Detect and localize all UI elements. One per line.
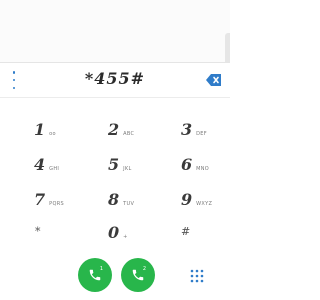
recent-suggestions-area [0, 0, 230, 62]
key-5[interactable]: 5 JKL [108, 155, 158, 181]
key-8[interactable]: 8 TUV [108, 190, 158, 216]
key-digit: 9 [181, 190, 193, 209]
key-1[interactable]: 1 oo [34, 120, 84, 146]
backspace-icon[interactable] [206, 73, 222, 87]
key-letters: DEF [196, 131, 207, 137]
dialpad-grid-icon[interactable] [190, 269, 204, 283]
key-digit: 5 [108, 155, 120, 174]
key-letters: WXYZ [196, 201, 213, 207]
key-letters: + [123, 234, 128, 240]
key-hash[interactable]: # [181, 225, 231, 251]
key-2[interactable]: 2 ABC [108, 120, 158, 146]
key-digit: * [35, 225, 41, 238]
key-digit: 4 [34, 155, 46, 174]
key-7[interactable]: 7 PQRS [34, 190, 84, 216]
call-sim1-button[interactable]: 1 [78, 258, 112, 292]
key-digit: 0 [108, 223, 120, 242]
more-options-button[interactable] [9, 71, 19, 89]
key-6[interactable]: 6 MNO [181, 155, 231, 181]
more-dot [12, 86, 16, 89]
key-digit: 8 [108, 190, 120, 209]
key-letters: TUV [123, 201, 135, 207]
voicemail-icon: oo [49, 131, 56, 137]
key-letters: ABC [123, 131, 135, 137]
key-letters: JKL [123, 166, 132, 172]
key-9[interactable]: 9 WXYZ [181, 190, 231, 216]
key-letters: PQRS [49, 201, 64, 207]
key-letters: MNO [196, 166, 210, 172]
more-vertical-icon [12, 71, 16, 74]
key-digit: 2 [108, 120, 120, 139]
sim-2-badge: 2 [142, 266, 146, 272]
sim-1-badge: 1 [99, 266, 103, 272]
key-digit: 7 [34, 190, 46, 209]
key-star[interactable]: * [35, 225, 85, 251]
key-digit: 1 [34, 120, 46, 139]
key-3[interactable]: 3 DEF [181, 120, 231, 146]
key-4[interactable]: 4 GHI [34, 155, 84, 181]
dialed-number[interactable]: *455# [40, 69, 190, 88]
number-bar: *455# [0, 62, 230, 98]
key-digit: # [181, 225, 191, 238]
more-dot [12, 78, 16, 82]
key-letters: GHI [49, 166, 60, 172]
key-digit: 3 [181, 120, 193, 139]
call-sim2-button[interactable]: 2 [121, 258, 155, 292]
key-digit: 6 [181, 155, 193, 174]
key-0[interactable]: 0 + [108, 223, 158, 249]
